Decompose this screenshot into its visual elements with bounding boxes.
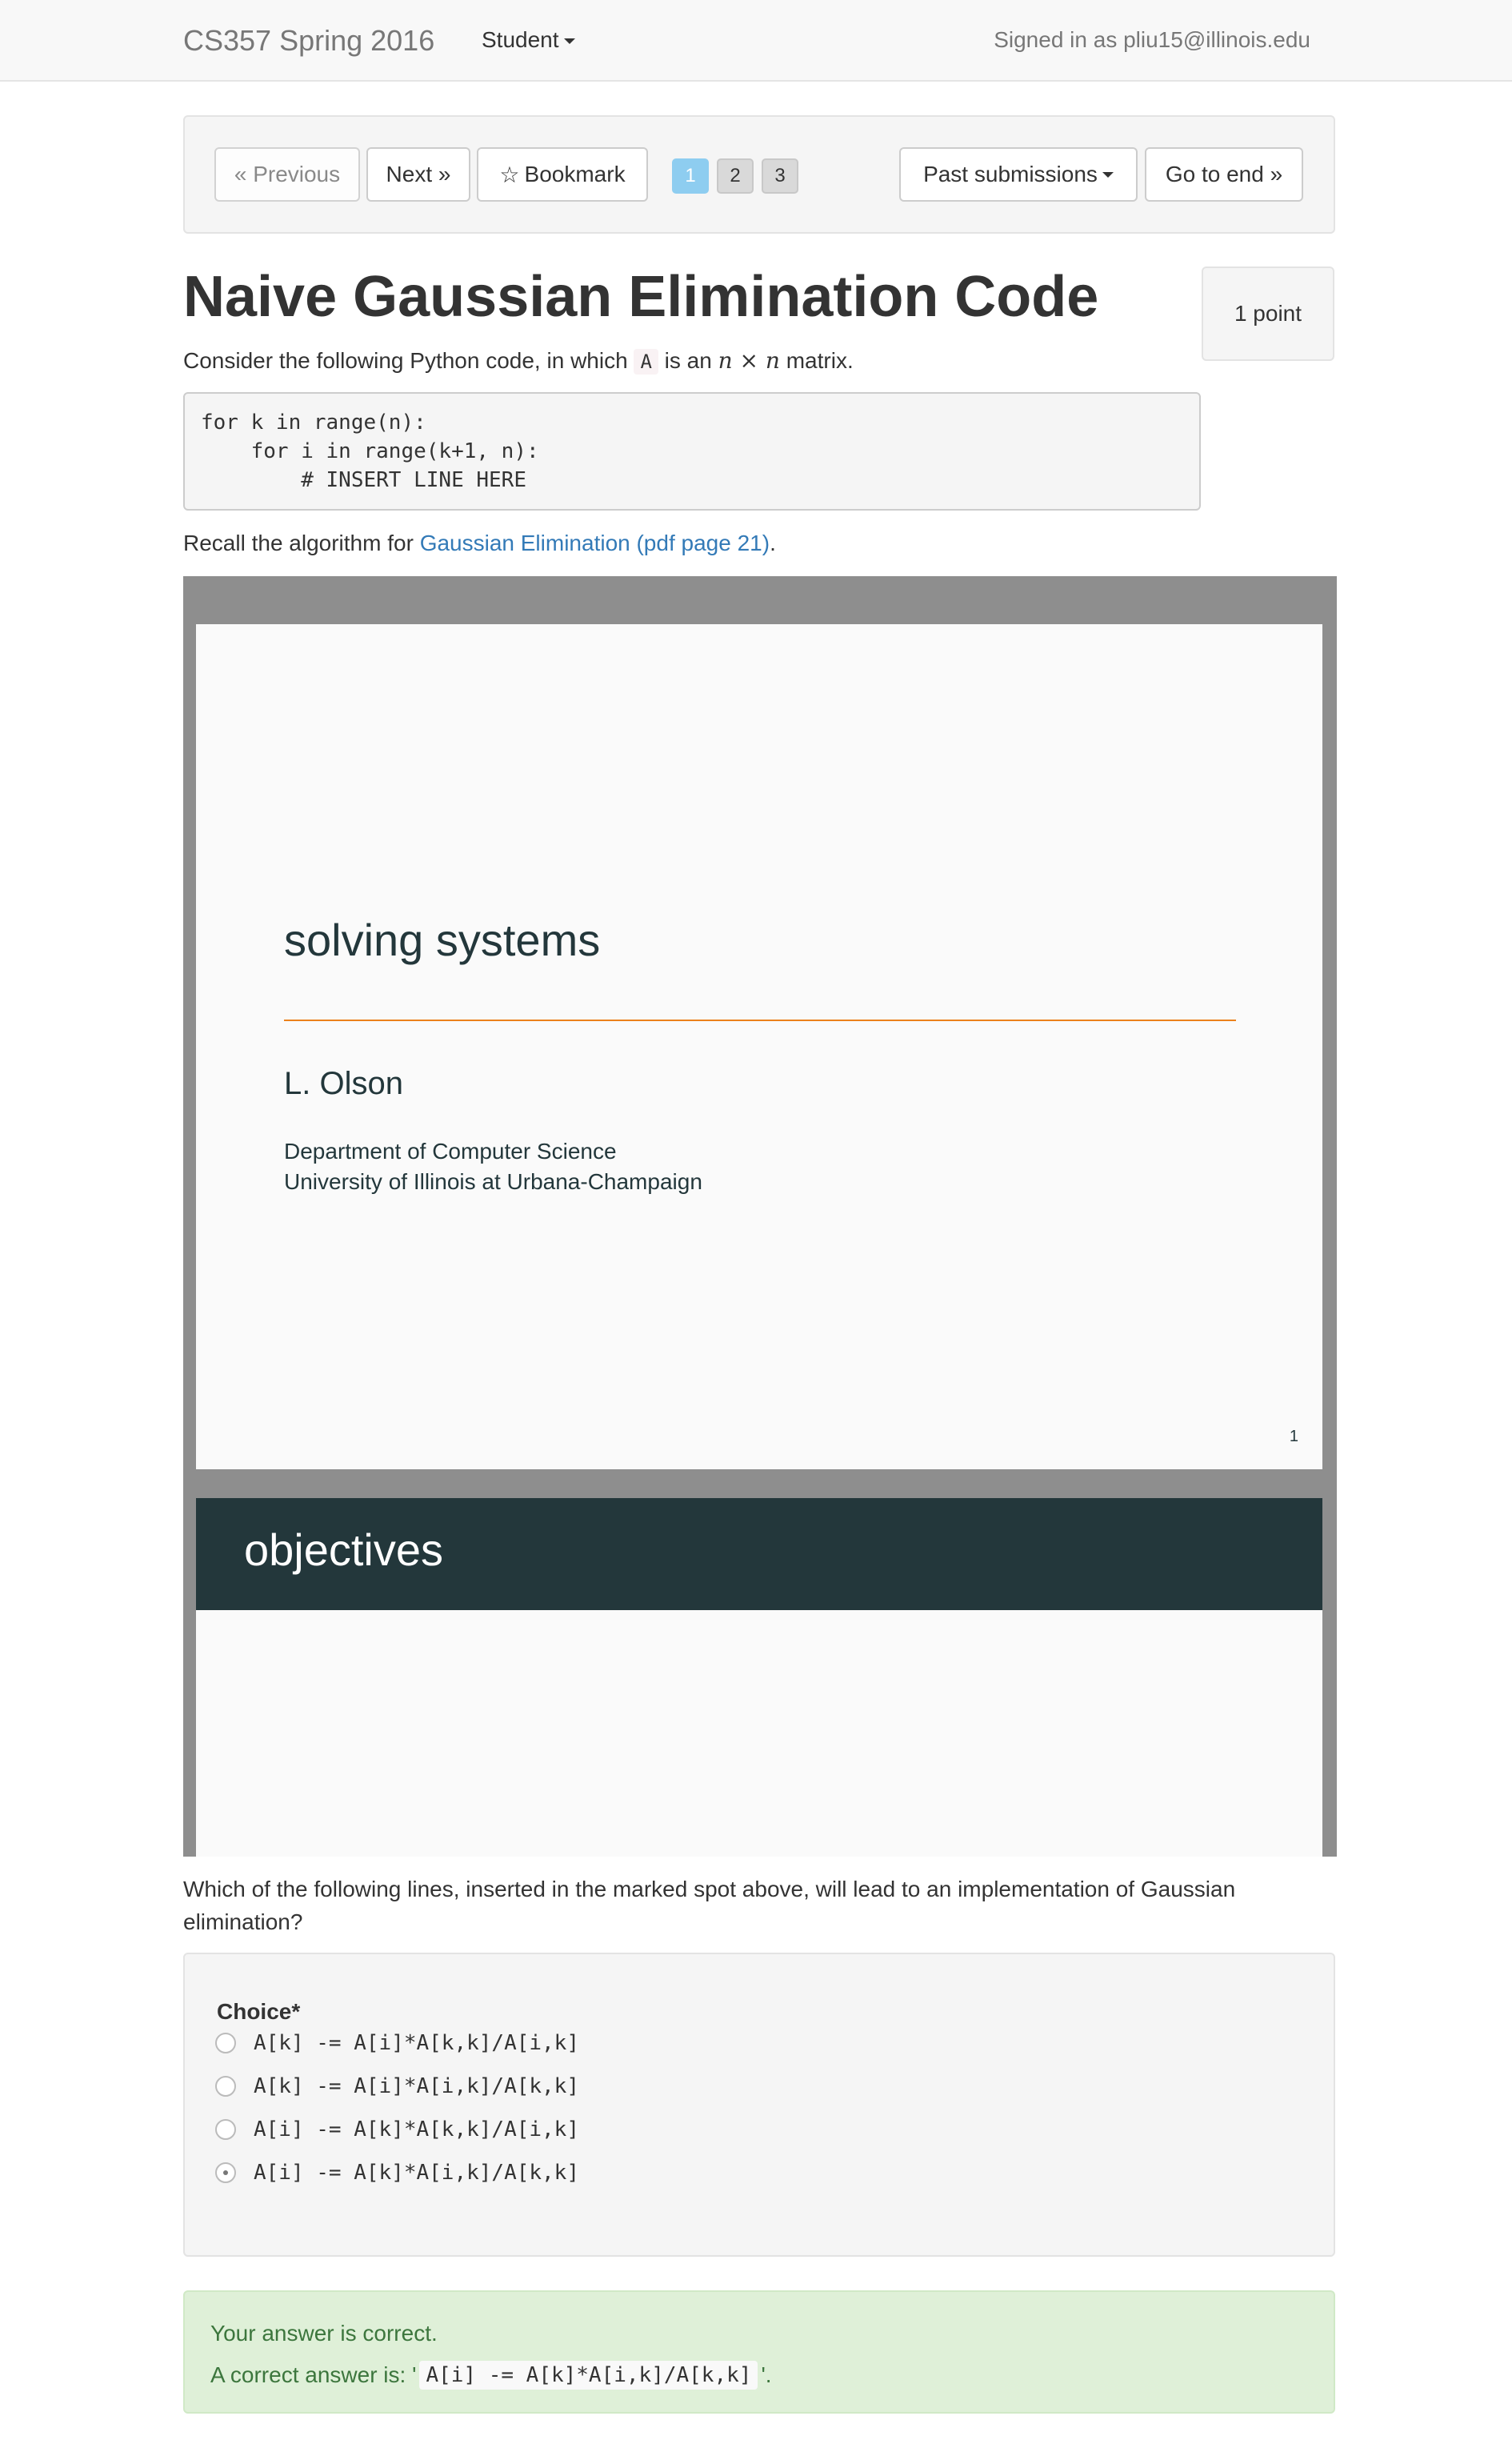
prompt-text-2: is an — [664, 348, 712, 373]
role-label: Student — [482, 27, 559, 52]
page-2-button[interactable]: 2 — [717, 158, 754, 194]
past-submissions-label: Past submissions — [923, 162, 1098, 186]
bookmark-label: Bookmark — [524, 162, 626, 186]
slide-header-bar: objectives — [196, 1498, 1322, 1610]
top-navbar: CS357 Spring 2016 Student Signed in as p… — [0, 0, 1512, 82]
slide-univ: University of Illinois at Urbana-Champai… — [284, 1169, 702, 1194]
pdf-page-1: solving systems L. Olson Department of C… — [196, 624, 1322, 1469]
recall-suffix: . — [770, 531, 776, 555]
signed-in-text: Signed in as pliu15@illinois.edu — [994, 27, 1310, 52]
correct-answer-code: A[i] -= A[k]*A[i,k]/A[k,k] — [419, 2361, 758, 2390]
pdf-viewer[interactable]: solving systems L. Olson Department of C… — [183, 576, 1337, 1857]
page-1-button[interactable]: 1 — [672, 158, 709, 194]
code-line: for i in range(k+1, n): — [201, 439, 539, 463]
choice-option[interactable]: A[i] -= A[k]*A[k,k]/A[i,k] — [215, 2117, 579, 2142]
recall-text: Recall the algorithm for Gaussian Elimin… — [183, 531, 776, 556]
slide-author: L. Olson — [284, 1066, 403, 1101]
star-icon: ☆ — [499, 162, 520, 187]
prompt-text-3: matrix. — [786, 348, 854, 373]
previous-button[interactable]: « Previous — [214, 147, 360, 202]
caret-down-icon — [563, 38, 575, 45]
course-brand[interactable]: CS357 Spring 2016 — [183, 24, 434, 58]
choice-label: Choice* — [217, 1999, 301, 2024]
slide-2-title: objectives — [244, 1524, 444, 1575]
go-to-end-button[interactable]: Go to end » — [1145, 147, 1303, 202]
choice-option-text: A[i] -= A[k]*A[k,k]/A[i,k] — [254, 2117, 579, 2142]
inline-code-var: A — [634, 349, 658, 375]
question-title: Naive Gaussian Elimination Code — [183, 265, 1099, 329]
question-prompt: Consider the following Python code, in w… — [183, 347, 854, 375]
correct-answer-suffix: '. — [761, 2362, 772, 2387]
correct-answer-line: A correct answer is: ' A[i] -= A[k]*A[i,… — [210, 2361, 772, 2390]
radio-button[interactable] — [215, 2119, 236, 2140]
choice-option-text: A[k] -= A[i]*A[k,k]/A[i,k] — [254, 2031, 579, 2055]
radio-button-selected[interactable] — [215, 2162, 236, 2183]
choice-option[interactable]: A[k] -= A[i]*A[i,k]/A[k,k] — [215, 2074, 579, 2098]
slide-dept: Department of Computer Science — [284, 1139, 617, 1164]
prompt-math: n × n — [718, 347, 780, 374]
slide-divider — [284, 1020, 1236, 1021]
role-dropdown[interactable]: Student — [482, 27, 575, 53]
points-badge: 1 point — [1202, 266, 1334, 361]
code-line: for k in range(n): — [201, 411, 426, 435]
prompt-text-1: Consider the following Python code, in w… — [183, 348, 628, 373]
choice-option-text: A[i] -= A[k]*A[i,k]/A[k,k] — [254, 2161, 579, 2185]
code-line: # INSERT LINE HERE — [201, 468, 526, 492]
next-button[interactable]: Next » — [366, 147, 470, 202]
page-3-button[interactable]: 3 — [762, 158, 798, 194]
bookmark-button[interactable]: ☆ Bookmark — [477, 147, 648, 202]
radio-button[interactable] — [215, 2033, 236, 2053]
recall-prefix: Recall the algorithm for — [183, 531, 414, 555]
code-block: for k in range(n): for i in range(k+1, n… — [183, 392, 1201, 511]
slide-page-number: 1 — [1289, 1428, 1298, 1445]
gaussian-elimination-link[interactable]: Gaussian Elimination (pdf page 21) — [420, 531, 770, 555]
choice-option[interactable]: A[i] -= A[k]*A[i,k]/A[k,k] — [215, 2161, 579, 2185]
slide-institution: Department of Computer Science Universit… — [284, 1136, 702, 1197]
question-body: Which of the following lines, inserted i… — [183, 1877, 1236, 1934]
choice-option[interactable]: A[k] -= A[i]*A[k,k]/A[i,k] — [215, 2031, 579, 2055]
choice-panel: Choice* A[k] -= A[i]*A[k,k]/A[i,k] A[k] … — [183, 1953, 1335, 2257]
pdf-page-2: objectives — [196, 1498, 1322, 1857]
correct-answer-prefix: A correct answer is: ' — [210, 2362, 417, 2387]
choice-option-text: A[k] -= A[i]*A[i,k]/A[k,k] — [254, 2074, 579, 2098]
radio-button[interactable] — [215, 2076, 236, 2097]
result-alert: Your answer is correct. A correct answer… — [183, 2290, 1335, 2414]
result-status: Your answer is correct. — [210, 2321, 438, 2346]
past-submissions-dropdown[interactable]: Past submissions — [899, 147, 1138, 202]
caret-down-icon — [1102, 171, 1114, 178]
slide-title: solving systems — [284, 915, 601, 965]
